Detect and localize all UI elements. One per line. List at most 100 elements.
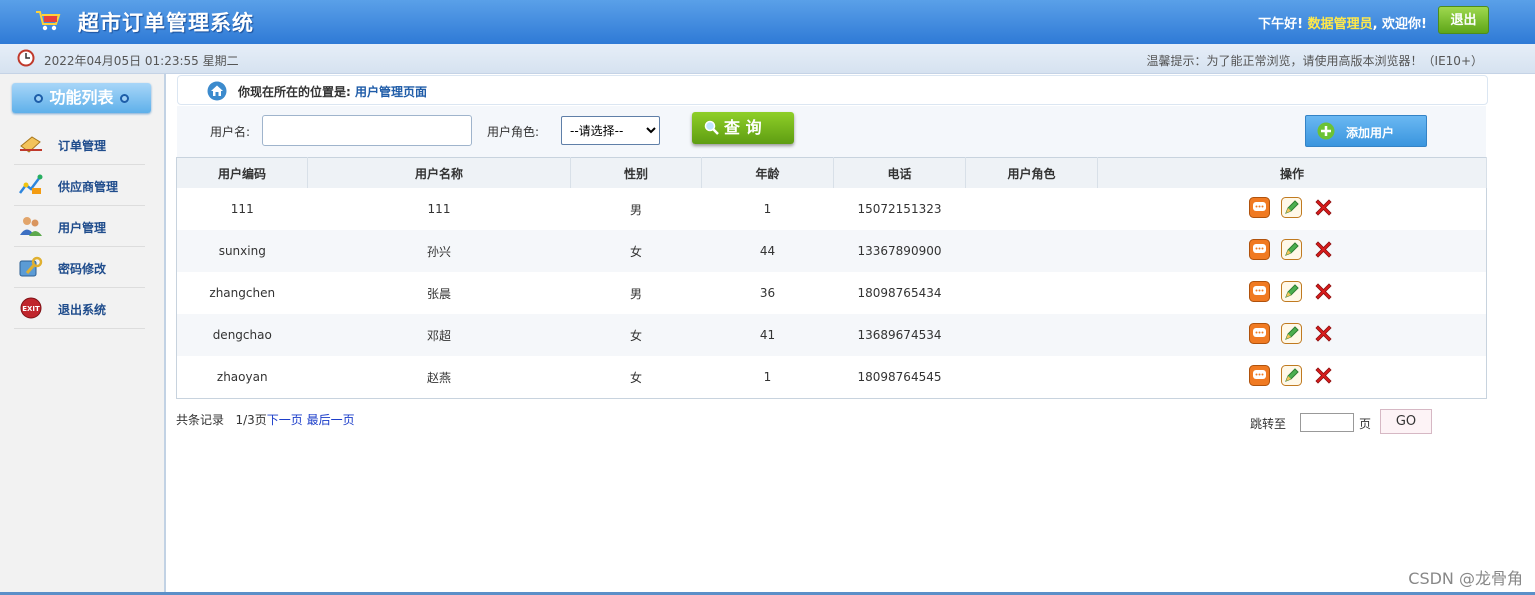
view-icon[interactable] [1249, 281, 1271, 302]
greeting-suffix: , 欢迎你! [1372, 17, 1427, 32]
query-button[interactable]: 查 询 [692, 112, 794, 144]
delete-icon[interactable] [1313, 281, 1334, 302]
cell-gender: 女 [570, 314, 702, 356]
jump-page-input[interactable] [1300, 413, 1354, 432]
table-row: dengchao 邓超 女 41 13689674534 [176, 314, 1487, 356]
watermark: CSDN @龙骨角 [1408, 569, 1523, 588]
cell-user-name: 邓超 [307, 314, 571, 356]
sidebar-item-users[interactable]: 用户管理 [14, 206, 145, 247]
sidebar: 功能列表 订单管理 供应商管理 用户管理 密码修改 EXIT 退出系统 [0, 74, 166, 595]
cell-actions [1098, 272, 1487, 314]
view-icon[interactable] [1249, 365, 1271, 386]
cell-gender: 男 [629, 286, 642, 301]
edit-icon[interactable] [1281, 323, 1303, 344]
cart-icon [36, 11, 61, 31]
query-label: 查 询 [724, 118, 762, 137]
sidebar-item-orders[interactable]: 订单管理 [14, 124, 145, 165]
last-page-link[interactable]: 最后一页 [307, 413, 355, 427]
breadcrumb-text: 你现在所在的位置是: 用户管理页面 [238, 83, 427, 100]
dot-icon [119, 94, 129, 103]
edit-icon[interactable] [1281, 197, 1303, 218]
cell-phone: 18098765434 [857, 286, 942, 300]
cell-user-code: 111 [230, 202, 254, 216]
supplier-icon [19, 174, 43, 194]
edit-icon[interactable] [1281, 281, 1303, 302]
cell-user-name: 111 [427, 202, 451, 216]
cell-user-name: 张晨 [426, 286, 451, 301]
username-search-input[interactable] [262, 115, 472, 146]
column-header: 用户编码 [176, 157, 308, 188]
cell-phone: 13367890900 [833, 230, 966, 272]
cell-actions [1097, 230, 1487, 272]
column-header: 年龄 [701, 157, 834, 188]
column-header: 电话 [833, 157, 966, 188]
pagination-info: 共条记录 1/3页下一页 最后一页 [176, 411, 355, 428]
edit-icon[interactable] [1281, 239, 1303, 260]
delete-icon[interactable] [1313, 197, 1334, 218]
sidebar-item-label: 供应商管理 [58, 180, 119, 194]
cell-user-code: sunxing [176, 230, 308, 272]
role-label: 用户角色: [487, 125, 540, 139]
page-indicator: 1/3页 [235, 413, 267, 427]
greeting-prefix: 下午好! [1258, 17, 1304, 32]
cell-actions [1098, 356, 1487, 399]
records-count: 共条记录 [176, 413, 225, 427]
greeting: 下午好! 数据管理员, 欢迎你! [1258, 13, 1427, 32]
column-header: 性别 [570, 157, 702, 188]
role-select[interactable]: --请选择-- [561, 116, 660, 145]
sidebar-item-exit[interactable]: EXIT 退出系统 [14, 288, 145, 329]
delete-icon[interactable] [1313, 239, 1334, 260]
current-username: 数据管理员 [1307, 17, 1373, 32]
cell-age: 36 [759, 286, 776, 300]
plus-icon [1317, 122, 1335, 140]
cell-role [966, 356, 1098, 399]
svg-text:EXIT: EXIT [22, 305, 40, 313]
cell-actions [1098, 188, 1487, 230]
cell-user-code: dengchao [176, 314, 308, 356]
sidebar-item-password[interactable]: 密码修改 [14, 247, 145, 288]
dot-icon [34, 94, 44, 103]
username-label: 用户名: [210, 125, 251, 139]
delete-icon[interactable] [1313, 323, 1334, 344]
sidebar-item-label: 密码修改 [58, 262, 107, 276]
cell-phone: 15072151323 [857, 202, 942, 216]
clock-icon [17, 49, 35, 67]
logout-button[interactable]: 退出 [1438, 6, 1489, 34]
next-page-link[interactable]: 下一页 [267, 413, 303, 427]
jump-label: 跳转至 [1250, 417, 1287, 431]
breadcrumb-current[interactable]: 用户管理页面 [355, 85, 427, 99]
column-header: 用户名称 [307, 157, 571, 188]
search-icon [704, 120, 719, 135]
cell-user-code: zhangchen [209, 286, 276, 300]
cell-phone: 18098764545 [857, 370, 942, 384]
sidebar-item-suppliers[interactable]: 供应商管理 [14, 165, 145, 206]
go-button[interactable]: GO [1380, 409, 1432, 434]
browser-tip: 温馨提示：为了能正常浏览，请使用高版本浏览器！（IE10+） [1146, 54, 1483, 68]
order-icon [20, 136, 42, 153]
edit-icon[interactable] [1281, 365, 1303, 386]
current-datetime: 2022年04月05日 01:23:55 星期二 [44, 54, 239, 68]
sidebar-item-label: 用户管理 [58, 221, 107, 235]
view-icon[interactable] [1249, 197, 1271, 218]
cell-gender: 男 [629, 202, 642, 217]
cell-role [965, 314, 1098, 356]
view-icon[interactable] [1249, 323, 1271, 344]
view-icon[interactable] [1249, 239, 1271, 260]
add-user-button[interactable]: 添加用户 [1305, 115, 1427, 147]
sidebar-item-label: 退出系统 [58, 303, 107, 317]
column-header: 用户角色 [965, 157, 1098, 188]
cell-phone: 13689674534 [833, 314, 966, 356]
password-icon [19, 256, 43, 277]
add-user-label: 添加用户 [1346, 126, 1395, 140]
function-list-title: 功能列表 [12, 83, 151, 113]
function-list-label: 功能列表 [49, 88, 114, 107]
app-title: 超市订单管理系统 [78, 11, 254, 35]
table-row: sunxing 孙兴 女 44 13367890900 [176, 230, 1487, 272]
cell-user-code: zhaoyan [216, 370, 268, 384]
cell-actions [1097, 314, 1487, 356]
table-row: zhangchen 张晨 男 36 18098765434 [177, 272, 1487, 314]
cell-user-name: 孙兴 [307, 230, 571, 272]
delete-icon[interactable] [1313, 365, 1334, 386]
cell-gender: 女 [570, 230, 702, 272]
cell-age: 41 [701, 314, 834, 356]
